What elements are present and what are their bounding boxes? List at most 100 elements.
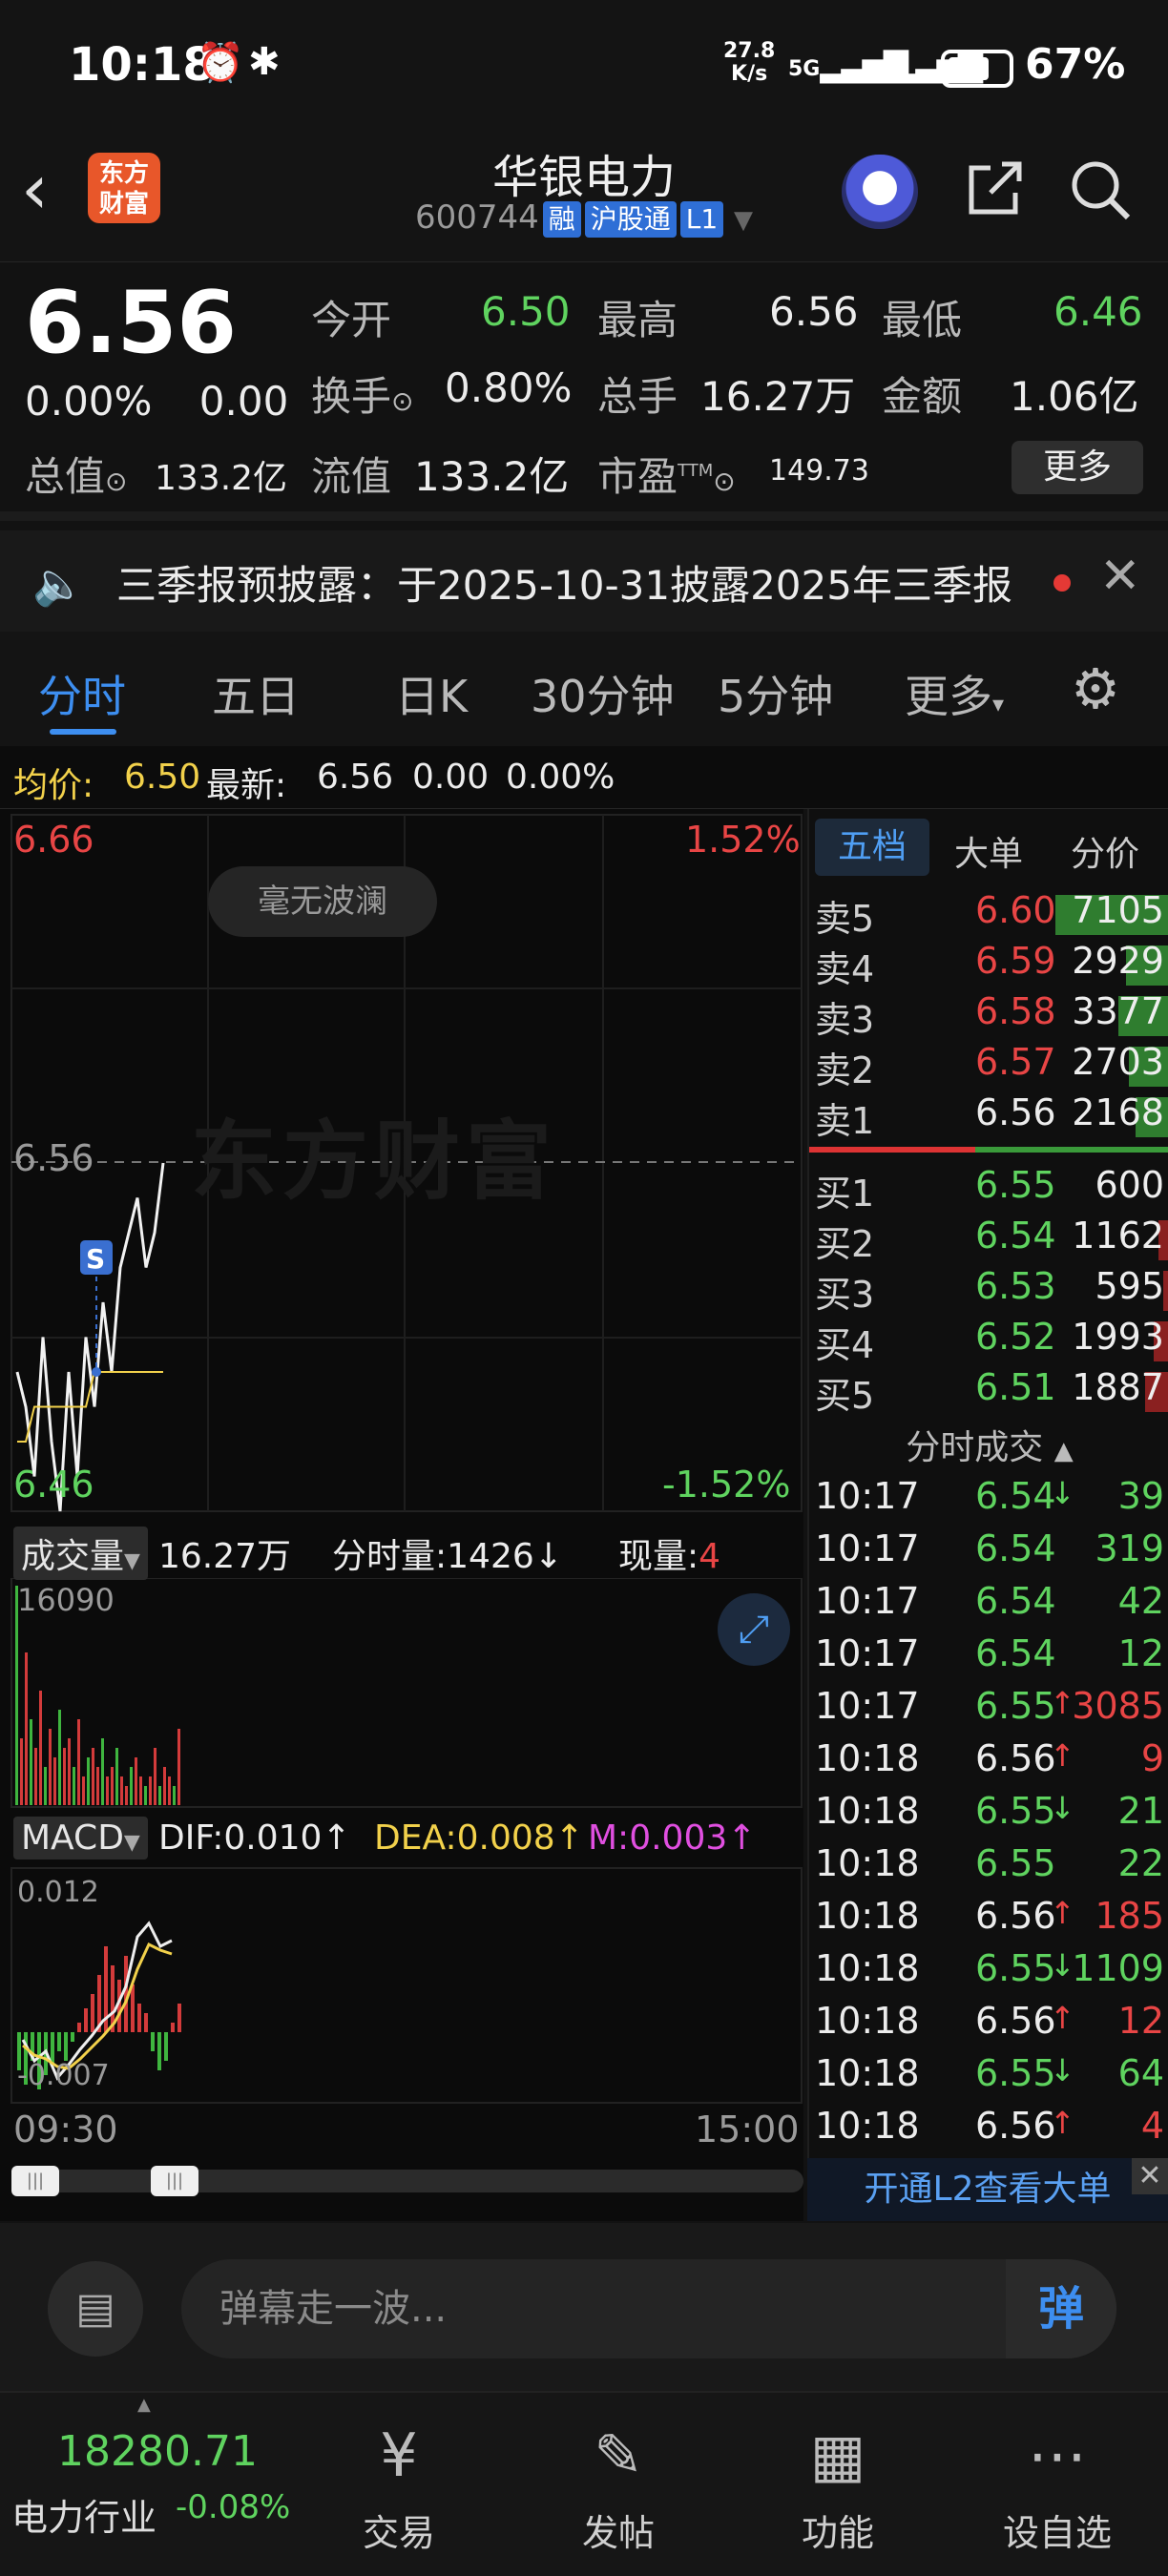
industry-name[interactable]: 电力行业 [11,2488,156,2541]
gear-icon[interactable]: ⚙ [1071,656,1120,721]
volume-bar [173,1786,176,1805]
trade-direction: ↑ [1050,1895,1075,1931]
macd-bar [131,1984,135,2032]
volume-bar [92,1748,94,1805]
tab-30min[interactable]: 30分钟 [531,662,675,725]
latest-label: 最新: [206,766,287,805]
speaker-icon: 🔈 [32,560,85,609]
volume-selector[interactable]: 成交量▼ [13,1527,148,1580]
search-icon[interactable] [1067,156,1134,223]
bottom-nav: ▲ 18280.71 电力行业 -0.08% ¥ 交易 ✎ 发帖 ▦ 功能 ⋯ … [0,2391,1168,2576]
caret-up-icon: ▲ [1053,1437,1074,1465]
price-summary-row: 均价: 6.50 最新: 6.56 0.00 0.00% [0,746,1168,809]
ask-volume: 3377 [1072,990,1164,1032]
tab-fenshi[interactable]: 分时 [38,662,126,725]
trade-direction: ↓ [1050,1475,1075,1511]
danmu-input[interactable]: 弹幕走一波... [181,2259,1116,2358]
ask-volume: 2929 [1072,940,1164,982]
close-icon[interactable]: ✕ [1099,548,1141,605]
ask-row[interactable]: 卖1 6.56 2168 [809,1091,1168,1143]
tab-more[interactable]: 更多▾ [905,662,1004,725]
industry-index-value[interactable]: 18280.71 [57,2427,258,2476]
bid-row[interactable]: 买5 6.51 1887 [809,1366,1168,1418]
ask-volume: 2703 [1072,1041,1164,1083]
dropdown-icon[interactable]: ▼ [734,206,753,235]
tab-wuri[interactable]: 五日 [212,662,300,725]
macd-bar [57,2032,61,2051]
volume-bar [158,1786,161,1805]
nav-trade[interactable]: ¥ 交易 [323,2421,475,2556]
trade-row: 10:17 6.54 319 [809,1527,1168,1579]
ask-row[interactable]: 卖5 6.60 7105 [809,889,1168,941]
stock-code: 600744 [414,198,539,237]
status-time: 10:18 [69,38,215,92]
ask-price: 6.57 [975,1041,1056,1083]
expand-icon[interactable]: ⤢ [718,1593,790,1666]
tab-price-dist[interactable]: 分价 [1071,826,1139,876]
trade-volume: 39 [1117,1475,1164,1517]
open-label: 今开 [311,297,392,343]
ask-label: 卖5 [815,898,875,940]
chart-scrollbar[interactable] [11,2170,803,2192]
macd-bar [164,2032,168,2061]
assistant-robot-icon[interactable] [842,155,918,229]
volume-bar [44,1767,47,1805]
amount-value: 1.06亿 [1010,373,1139,420]
tab-underline [50,729,116,735]
nav-label: 发帖 [581,2512,655,2554]
notice-bar[interactable]: 🔈 三季报预披露：于2025-10-31披露2025年三季报 ✕ [0,530,1168,632]
trade-row: 10:18 6.55 ↓ 1109 [809,1947,1168,1999]
trade-price: 6.55 [975,1790,1056,1832]
intraday-chart[interactable]: 6.66 1.52% 毫无波澜 东方财富 6.56 S 6.46 -1.52% … [0,809,803,2221]
current-price: 6.56 [25,273,238,373]
close-icon[interactable]: ✕ [1132,2158,1168,2194]
trade-time: 10:17 [815,1685,920,1727]
trade-row: 10:17 6.54 42 [809,1580,1168,1631]
notice-text[interactable]: 三季报预披露：于2025-10-31披露2025年三季报 [116,553,1012,612]
trades-title[interactable]: 分时成交 ▲ [809,1420,1168,1469]
ask-label: 卖2 [815,1049,875,1091]
trade-row: 10:17 6.54 12 [809,1632,1168,1684]
trade-time: 10:18 [815,2052,920,2094]
nav-post[interactable]: ✎ 发帖 [542,2421,695,2556]
scroll-handle-right[interactable]: ||| [151,2166,198,2196]
more-button[interactable]: 更多 [1012,441,1143,494]
trade-price: 6.55 [975,2052,1056,2094]
macd-selector[interactable]: MACD▼ [13,1817,148,1859]
trade-volume: 319 [1095,1527,1164,1569]
ask-row[interactable]: 卖4 6.59 2929 [809,940,1168,991]
tab-rik[interactable]: 日K [395,662,468,725]
danmu-button[interactable]: 弹 [1006,2259,1116,2358]
bid-row[interactable]: 买4 6.52 1993 [809,1316,1168,1367]
trade-volume: 12 [1117,2000,1164,2042]
trade-row: 10:18 6.55 ↓ 64 [809,2052,1168,2104]
tab-big-orders[interactable]: 大单 [954,826,1023,876]
ask-row[interactable]: 卖3 6.58 3377 [809,990,1168,1042]
nav-watchlist[interactable]: ⋯ 设自选 [981,2421,1134,2556]
note-icon[interactable]: ▤ [48,2261,143,2357]
chart-tabs: 分时 五日 日K 30分钟 5分钟 更多▾ ⚙ [0,632,1168,746]
volume-bar [111,1767,114,1805]
share-icon[interactable] [962,155,1029,221]
caret-down-icon: ▾ [992,691,1005,717]
bid-row[interactable]: 买1 6.55 600 [809,1164,1168,1215]
scroll-handle-left[interactable]: ||| [11,2166,59,2196]
bid-row[interactable]: 买2 6.54 1162 [809,1215,1168,1266]
volume-bar [135,1757,137,1805]
turnover-label: 换手⊙ [311,373,414,420]
trade-time: 10:18 [815,1842,920,1884]
trade-row: 10:18 6.55 ↓ 21 [809,1790,1168,1841]
ask-row[interactable]: 卖2 6.57 2703 [809,1041,1168,1092]
nav-functions[interactable]: ▦ 功能 [761,2421,914,2556]
volatility-badge: 毫无波澜 [208,866,437,937]
watermark: 东方财富 [191,1111,557,1212]
trade-time: 10:17 [815,1580,920,1622]
ask-volume: 7105 [1072,889,1164,931]
tab-5min[interactable]: 5分钟 [718,662,833,725]
tab-five-levels[interactable]: 五档 [815,819,929,876]
bid-row[interactable]: 买3 6.53 595 [809,1265,1168,1317]
nav-label: 交易 [362,2512,435,2554]
latest-percent: 0.00% [506,758,615,797]
l2-banner[interactable]: 开通L2查看大单 [807,2158,1168,2221]
bid-price: 6.51 [975,1366,1056,1408]
